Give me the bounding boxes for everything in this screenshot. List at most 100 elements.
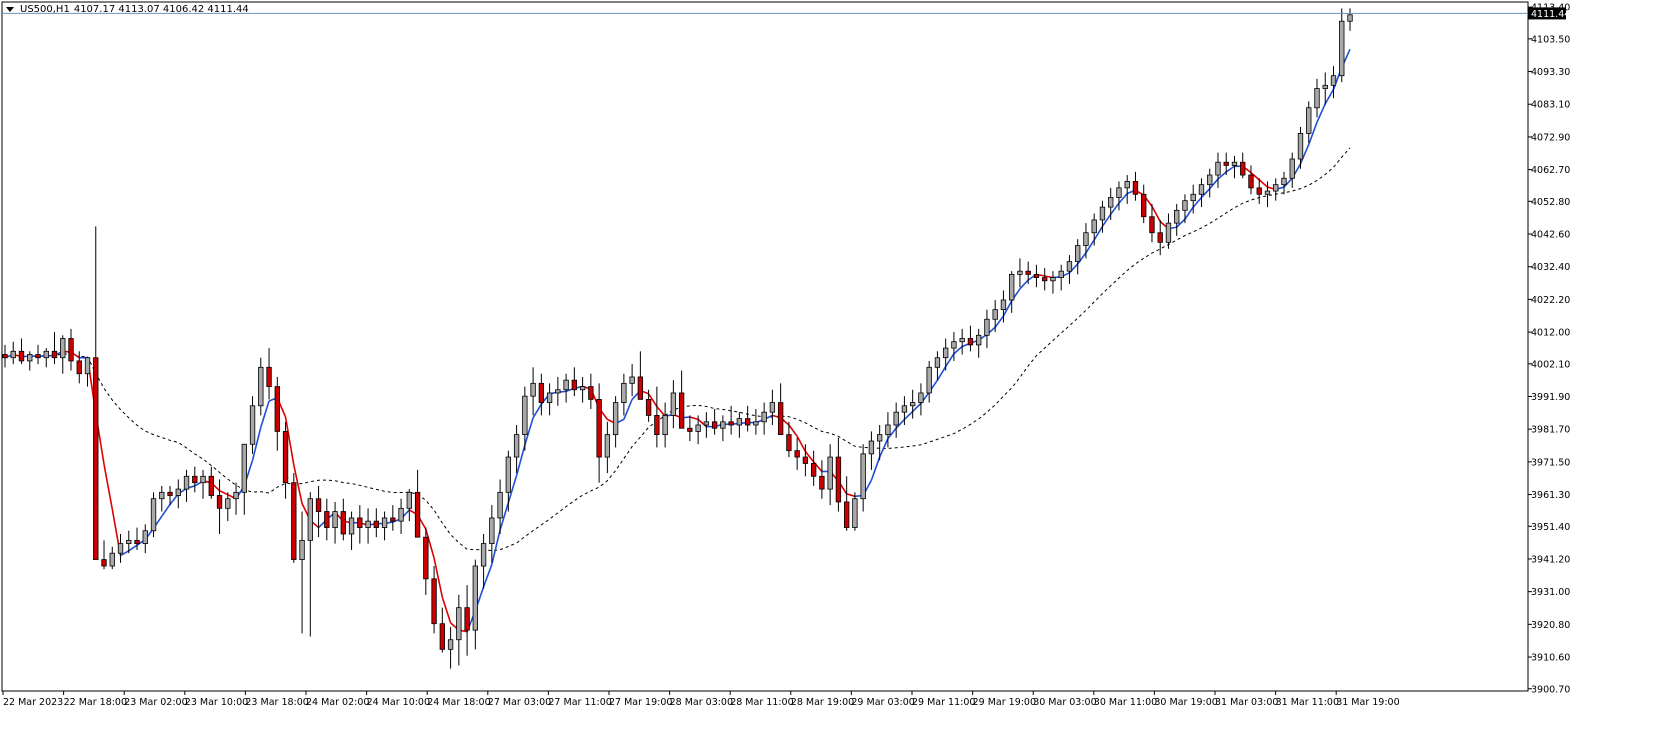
candle-body	[1009, 273, 1015, 301]
candle-body	[175, 488, 181, 496]
candle-body	[1215, 161, 1221, 176]
y-tick-label: 4002.10	[1531, 359, 1570, 370]
candle-body	[233, 491, 239, 500]
candle-body	[637, 376, 644, 400]
candle-body	[678, 392, 685, 429]
candle-body	[406, 491, 412, 509]
candle-body	[84, 357, 91, 375]
candle-body	[282, 431, 289, 484]
y-tick-label: 3920.80	[1531, 620, 1570, 631]
candle-body	[266, 366, 272, 387]
candle-body	[926, 366, 932, 394]
candle-body	[1174, 209, 1180, 224]
y-tick-label: 4062.70	[1531, 165, 1570, 176]
candle-body	[27, 354, 33, 362]
candle-body	[1124, 181, 1130, 189]
candle-body	[984, 318, 990, 336]
candle-body	[101, 559, 107, 567]
candle-body	[596, 398, 602, 458]
candle-body	[274, 386, 280, 432]
y-tick-label: 3961.30	[1531, 490, 1570, 501]
y-tick-label: 4083.10	[1531, 100, 1570, 111]
candle-body	[126, 539, 132, 544]
y-tick-label: 3931.00	[1531, 587, 1570, 598]
candle-body	[1207, 174, 1213, 186]
candle-body	[390, 517, 396, 522]
candle-body	[497, 491, 503, 519]
candle-body	[340, 511, 346, 535]
x-tick-label: 23 Mar 18:00	[245, 697, 308, 708]
x-tick-label: 31 Mar 03:00	[1215, 697, 1278, 708]
candle-body	[530, 382, 536, 397]
candle-body	[736, 418, 743, 426]
candle-body	[1091, 219, 1097, 234]
candle-body	[1165, 222, 1172, 243]
x-tick-label: 27 Mar 19:00	[609, 697, 672, 708]
candle-body	[777, 402, 784, 436]
candle-body	[959, 338, 965, 343]
candle-body	[1306, 107, 1312, 134]
candle-body	[1339, 20, 1345, 77]
y-tick-label: 4022.20	[1531, 295, 1570, 306]
candle-body	[1075, 245, 1081, 262]
candle-body	[307, 498, 313, 541]
candle-body	[711, 421, 718, 429]
candle-body	[579, 386, 586, 391]
candle-body	[662, 414, 668, 436]
candle-body	[621, 382, 627, 403]
price-tag-label: 4111.44	[1531, 9, 1570, 20]
candle-body	[423, 536, 429, 580]
candle-body	[934, 357, 941, 368]
candle-body	[1198, 184, 1205, 195]
candle-body	[1231, 161, 1238, 166]
candle-body	[901, 405, 908, 413]
x-tick-label: 24 Mar 10:00	[367, 697, 430, 708]
candle-body	[1141, 193, 1147, 218]
candle-body	[951, 341, 957, 349]
candle-body	[1058, 270, 1064, 279]
candle-body	[753, 421, 759, 426]
chart-frame: 4113.404103.504093.304083.104072.904062.…	[0, 0, 1657, 753]
candlestick-chart[interactable]: 4113.404103.504093.304083.104072.904062.…	[0, 0, 1657, 753]
candle-body	[744, 418, 751, 426]
candle-body	[150, 498, 157, 532]
candle-body	[324, 511, 330, 528]
y-tick-label: 3971.50	[1531, 457, 1570, 468]
candle-body	[868, 440, 875, 455]
candle-body	[18, 350, 25, 362]
candle-body	[439, 623, 446, 650]
candle-body	[612, 402, 619, 436]
candle-body	[546, 392, 553, 403]
candle-body	[992, 309, 998, 320]
candle-body	[183, 475, 190, 490]
candle-body	[1149, 216, 1155, 234]
x-tick-label: 27 Mar 03:00	[488, 697, 551, 708]
candle-body	[1264, 190, 1271, 195]
candle-body	[1273, 184, 1279, 192]
candle-body	[142, 530, 148, 544]
candle-body	[629, 376, 635, 384]
candle-body	[159, 491, 165, 500]
y-tick-label: 4072.90	[1531, 132, 1570, 143]
candle-body	[563, 379, 569, 391]
candle-body	[68, 338, 74, 362]
y-tick-label: 3981.70	[1531, 425, 1570, 436]
candle-body	[225, 498, 231, 509]
candle-body	[1182, 200, 1188, 211]
price-tag: 4111.44	[1528, 7, 1570, 20]
chart-header: US500,H1 4107.17 4113.07 4106.42 4111.44	[6, 4, 249, 15]
candle-body	[513, 434, 520, 458]
y-tick-label: 3910.60	[1531, 653, 1570, 664]
collapse-triangle-icon[interactable]	[6, 7, 14, 12]
candle-body	[200, 475, 206, 484]
y-tick-label: 4093.30	[1531, 67, 1570, 78]
y-tick-label: 4103.50	[1531, 34, 1570, 45]
candle-body	[687, 427, 693, 432]
candle-body	[1314, 88, 1320, 109]
candle-body	[134, 539, 140, 544]
x-tick-label: 30 Mar 19:00	[1154, 697, 1217, 708]
candle-body	[431, 578, 437, 625]
candle-body	[1223, 161, 1229, 166]
candle-body	[216, 495, 223, 509]
candle-body	[860, 453, 866, 500]
